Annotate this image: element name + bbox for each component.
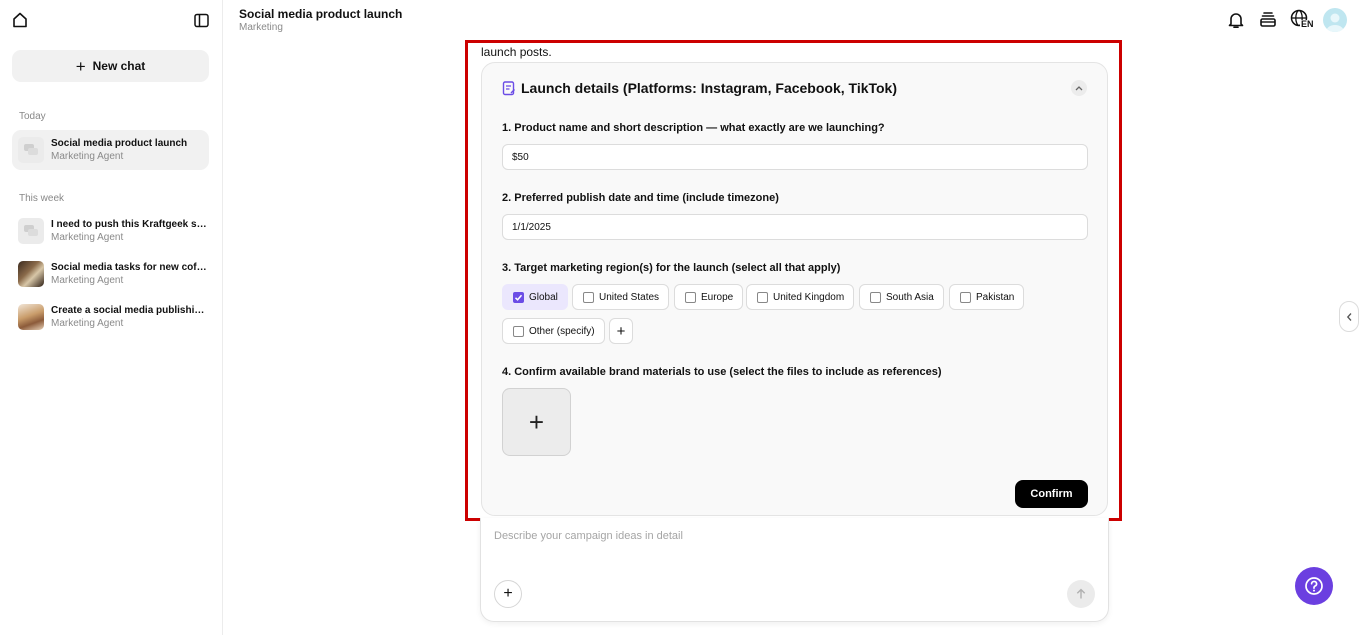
group-label-this-week: This week	[19, 193, 65, 204]
chat-title: Social media tasks for new coff...	[51, 261, 207, 273]
add-region-button[interactable]: +	[609, 318, 633, 344]
product-name-value: $50	[512, 151, 529, 163]
card-title: Launch details (Platforms: Instagram, Fa…	[521, 80, 898, 96]
chat-history-item[interactable]: I need to push this Kraftgeek se... Mark…	[12, 211, 209, 251]
launch-details-card: Launch details (Platforms: Instagram, Fa…	[481, 62, 1108, 516]
inbox-stack-icon[interactable]	[1258, 10, 1278, 30]
question-label: 3. Target marketing region(s) for the la…	[502, 262, 841, 274]
plus-icon: +	[75, 56, 86, 76]
checkbox	[757, 291, 768, 303]
chat-thumbnail	[18, 261, 44, 287]
region-label: Europe	[701, 291, 734, 303]
checkbox	[583, 291, 594, 303]
card-header: Launch details (Platforms: Instagram, Fa…	[502, 80, 897, 96]
language-badge: EN	[1300, 19, 1315, 29]
chat-title: I need to push this Kraftgeek se...	[51, 218, 207, 230]
chat-history-item[interactable]: Create a social media publishin... Marke…	[12, 297, 209, 337]
chat-subtitle: Marketing Agent	[51, 232, 124, 243]
region-option-united-kingdom[interactable]: United Kingdom	[746, 284, 855, 310]
collapse-button[interactable]	[1071, 80, 1087, 96]
chevron-up-icon	[1075, 86, 1083, 91]
question-label: 4. Confirm available brand materials to …	[502, 366, 942, 378]
checkbox	[513, 325, 524, 337]
chat-subtitle: Marketing Agent	[51, 275, 124, 286]
group-label-today: Today	[19, 111, 46, 122]
checkbox	[870, 291, 881, 303]
region-option-europe[interactable]: Europe	[674, 284, 744, 310]
composer-add-button[interactable]: +	[494, 580, 522, 608]
bell-icon[interactable]	[1226, 10, 1246, 30]
region-label: South Asia	[886, 291, 934, 303]
message-text: launch posts.	[481, 45, 552, 59]
add-file-button[interactable]: +	[502, 388, 571, 456]
chat-title: Create a social media publishin...	[51, 304, 207, 316]
region-label: Global	[529, 291, 558, 303]
clipboard-edit-icon	[502, 81, 515, 96]
checkbox	[685, 291, 696, 303]
send-button[interactable]	[1067, 580, 1095, 608]
avatar[interactable]	[1323, 8, 1347, 32]
help-button[interactable]	[1295, 567, 1333, 605]
right-panel-toggle[interactable]	[1339, 301, 1359, 332]
help-icon	[1305, 577, 1323, 595]
region-label: Other (specify)	[529, 325, 595, 337]
product-name-field[interactable]: $50	[502, 144, 1088, 170]
publish-date-field[interactable]: 1/1/2025	[502, 214, 1088, 240]
confirm-button[interactable]: Confirm	[1015, 480, 1088, 508]
check-icon	[514, 294, 523, 301]
composer-input[interactable]: Describe your campaign ideas in detail	[494, 530, 683, 542]
chat-title: Social media product launch	[51, 137, 188, 149]
region-option-other[interactable]: Other (specify)	[502, 318, 605, 344]
chevron-left-icon	[1346, 312, 1351, 321]
publish-date-value: 1/1/2025	[512, 221, 551, 233]
page-title: Social media product launch	[239, 7, 403, 21]
question-label: 2. Preferred publish date and time (incl…	[502, 192, 779, 204]
region-label: Pakistan	[976, 291, 1015, 303]
checkbox	[513, 291, 524, 303]
message-composer: Describe your campaign ideas in detail +	[480, 518, 1109, 622]
chat-history-item[interactable]: Social media product launch Marketing Ag…	[12, 130, 209, 170]
region-option-pakistan[interactable]: Pakistan	[949, 284, 1025, 310]
region-label: United States	[599, 291, 660, 303]
chat-bubble-icon	[18, 218, 44, 244]
sidebar-toggle-icon[interactable]	[193, 12, 211, 30]
region-option-global[interactable]: Global	[502, 284, 568, 310]
region-option-united-states[interactable]: United States	[572, 284, 670, 310]
page-subtitle: Marketing	[239, 22, 283, 33]
chat-thumbnail	[18, 304, 44, 330]
chat-history-item[interactable]: Social media tasks for new coff... Marke…	[12, 254, 209, 294]
new-chat-button[interactable]: + New chat	[12, 50, 209, 82]
question-label: 1. Product name and short description — …	[502, 122, 885, 134]
region-option-south-asia[interactable]: South Asia	[859, 284, 944, 310]
region-label: United Kingdom	[773, 291, 845, 303]
home-icon[interactable]	[11, 11, 29, 29]
chat-subtitle: Marketing Agent	[51, 151, 124, 162]
chat-subtitle: Marketing Agent	[51, 318, 124, 329]
sidebar: + New chat Today Social media product la…	[0, 0, 223, 635]
arrow-up-icon	[1076, 588, 1086, 599]
new-chat-label: New chat	[92, 59, 146, 73]
checkbox	[960, 291, 971, 303]
language-switcher[interactable]: EN	[1290, 9, 1316, 33]
chat-bubble-icon	[18, 137, 44, 163]
